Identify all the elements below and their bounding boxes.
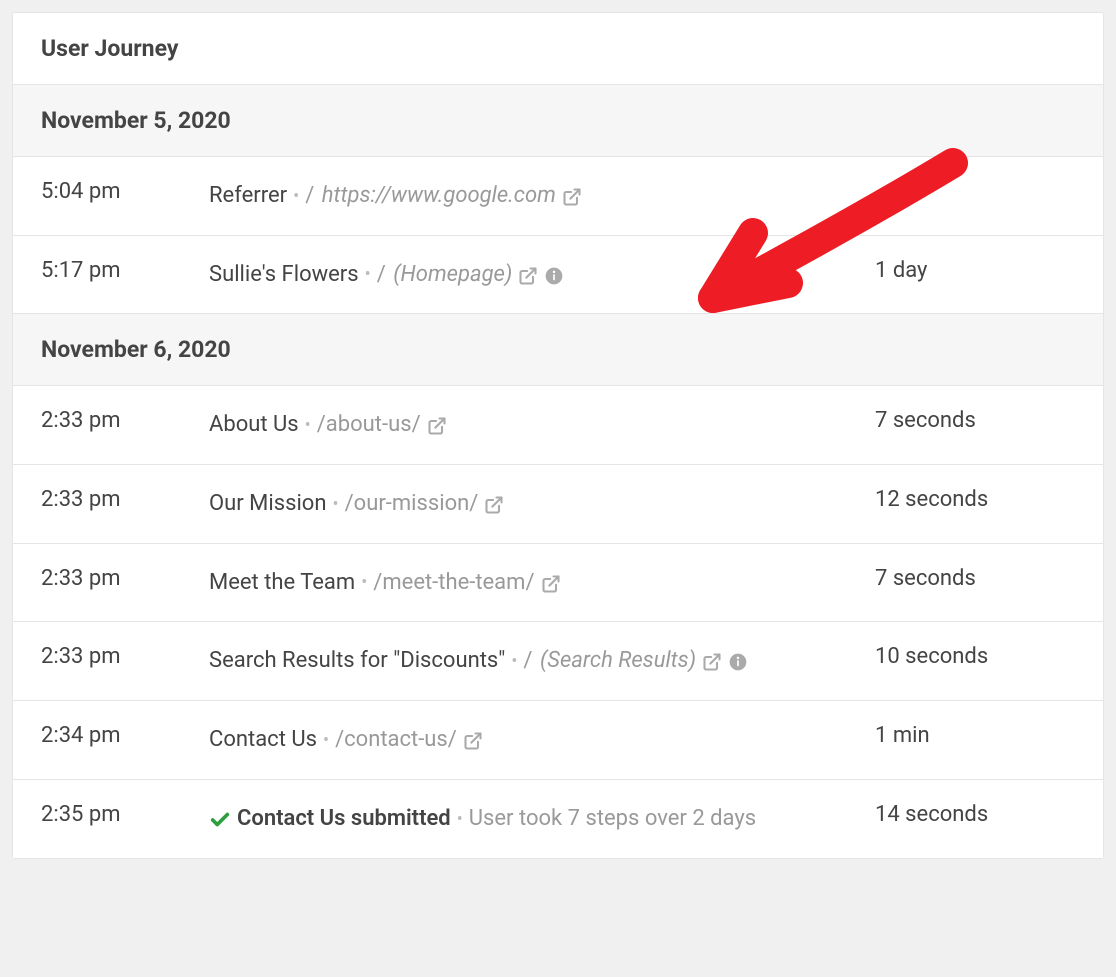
- row-time: 5:17 pm: [41, 258, 209, 283]
- row-duration: 14 seconds: [875, 802, 1075, 827]
- user-journey-panel: User Journey November 5, 20205:04 pmRefe…: [12, 12, 1104, 859]
- dot-separator: •: [305, 415, 311, 436]
- row-time: 2:33 pm: [41, 644, 209, 669]
- date-header: November 5, 2020: [13, 85, 1103, 157]
- row-time: 2:35 pm: [41, 802, 209, 827]
- journey-row: 2:33 pmAbout Us • /about-us/7 seconds: [13, 386, 1103, 465]
- path-slash: /: [377, 262, 392, 287]
- external-link-icon[interactable]: [541, 566, 561, 599]
- row-duration: 7 seconds: [875, 408, 1075, 433]
- dot-separator: •: [511, 651, 517, 672]
- row-content: Contact Us submitted • User took 7 steps o…: [209, 802, 875, 836]
- row-duration: 12 seconds: [875, 487, 1075, 512]
- row-content: About Us • /about-us/: [209, 408, 875, 442]
- check-icon: [209, 803, 231, 836]
- journey-row: 2:33 pmOur Mission • /our-mission/12 secon…: [13, 465, 1103, 544]
- row-path: /our-mission/: [345, 491, 479, 516]
- panel-title: User Journey: [41, 35, 1075, 62]
- dot-separator: •: [457, 809, 463, 830]
- row-content: Search Results for "Discounts" • / (Search…: [209, 644, 875, 678]
- external-link-icon[interactable]: [562, 180, 582, 213]
- row-title: About Us: [209, 412, 299, 437]
- row-title: Contact Us submitted: [237, 806, 451, 831]
- row-time: 5:04 pm: [41, 179, 209, 204]
- external-link-icon[interactable]: [518, 258, 538, 291]
- external-link-icon[interactable]: [427, 409, 447, 442]
- row-title: Search Results for "Discounts": [209, 648, 505, 673]
- row-path: /contact-us/: [335, 727, 457, 752]
- row-content: Meet the Team • /meet-the-team/: [209, 566, 875, 600]
- panel-header: User Journey: [13, 13, 1103, 85]
- dot-separator: •: [333, 494, 339, 515]
- row-content: Sullie's Flowers • / (Homepage): [209, 258, 875, 292]
- dot-separator: •: [293, 186, 299, 207]
- row-path: (Search Results): [540, 648, 696, 673]
- row-title: Sullie's Flowers: [209, 262, 359, 287]
- journey-row: 2:33 pmSearch Results for "Discounts" • / …: [13, 622, 1103, 701]
- row-content: Referrer • / https://www.google.com: [209, 179, 875, 213]
- row-duration: 10 seconds: [875, 644, 1075, 669]
- path-slash: /: [523, 648, 538, 673]
- row-time: 2:33 pm: [41, 487, 209, 512]
- journey-row: 2:33 pmMeet the Team • /meet-the-team/7 se…: [13, 544, 1103, 623]
- dot-separator: •: [361, 572, 367, 593]
- row-title: Referrer: [209, 183, 287, 208]
- row-path: /meet-the-team/: [373, 570, 534, 595]
- row-path: /about-us/: [317, 412, 421, 437]
- info-icon[interactable]: [728, 645, 748, 678]
- row-content: Our Mission • /our-mission/: [209, 487, 875, 521]
- row-path: https://www.google.com: [322, 183, 556, 208]
- row-title: Our Mission: [209, 491, 327, 516]
- row-duration: 1 day: [875, 258, 1075, 283]
- journey-row: 5:17 pmSullie's Flowers • / (Homepage) 1 da…: [13, 236, 1103, 315]
- external-link-icon[interactable]: [484, 488, 504, 521]
- dot-separator: •: [365, 264, 371, 285]
- journey-row: 2:34 pmContact Us • /contact-us/1 min: [13, 701, 1103, 780]
- row-content: Contact Us • /contact-us/: [209, 723, 875, 757]
- external-link-icon[interactable]: [702, 645, 722, 678]
- journey-row: 5:04 pmReferrer • / https://www.google.com: [13, 157, 1103, 236]
- path-slash: /: [305, 183, 320, 208]
- row-time: 2:34 pm: [41, 723, 209, 748]
- row-time: 2:33 pm: [41, 566, 209, 591]
- row-time: 2:33 pm: [41, 408, 209, 433]
- journey-row: 2:35 pm Contact Us submitted • User took 7 …: [13, 780, 1103, 858]
- row-title: Meet the Team: [209, 570, 355, 595]
- external-link-icon[interactable]: [463, 724, 483, 757]
- row-summary: User took 7 steps over 2 days: [469, 806, 756, 831]
- row-duration: 7 seconds: [875, 566, 1075, 591]
- date-header: November 6, 2020: [13, 314, 1103, 386]
- info-icon[interactable]: [544, 258, 564, 291]
- row-duration: 1 min: [875, 723, 1075, 748]
- row-path: (Homepage): [393, 262, 512, 287]
- dot-separator: •: [323, 730, 329, 751]
- row-title: Contact Us: [209, 727, 317, 752]
